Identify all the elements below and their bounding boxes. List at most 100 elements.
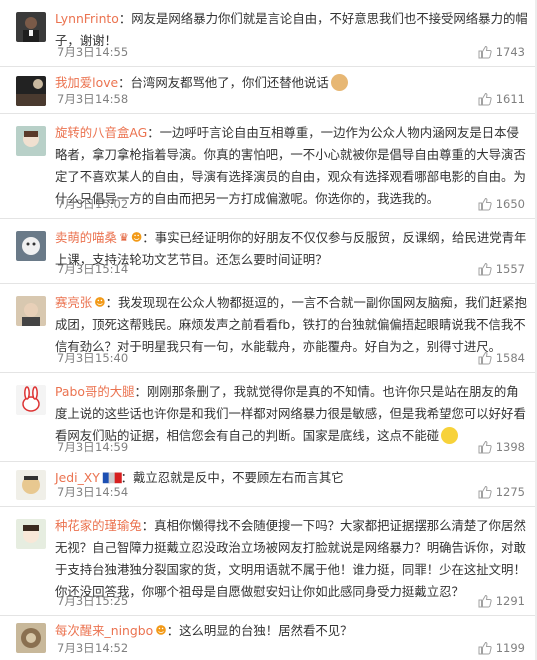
like-count: 1743 <box>495 45 525 59</box>
separator: ： <box>105 295 119 310</box>
thumbs-up-icon <box>478 594 492 608</box>
comment-body: 种花家的瑾瑜兔：真相你懒得找不会随便搜一下吗？大家都把证据摆那么清楚了你居然无视… <box>55 515 529 603</box>
comment-text: 每次醒来_ningbo ☻：这么明显的台独！居然看不见？ <box>55 623 353 638</box>
comment-time: 14:52 <box>95 641 129 655</box>
comment-content: 台湾网友都骂他了，你们还替他说话 <box>130 75 329 90</box>
comment-item: LynnFrinto：网友是网络暴力你们就是言论自由，不好意思我们也不接受网络暴… <box>0 0 537 67</box>
separator: ： <box>166 623 180 638</box>
username-link[interactable]: LynnFrinto <box>55 11 119 26</box>
smile-badge-icon: ☻ <box>130 231 143 244</box>
comment-date: 7月3日 <box>57 351 95 365</box>
comment-text: 种花家的瑾瑜兔：真相你懒得找不会随便搜一下吗？大家都把证据摆那么清楚了你居然无视… <box>55 518 526 599</box>
comment-item: 卖萌的喵桑 ♛ ☻：事实已经证明你的好朋友不仅仅参与反服贸，反课纲，给民进党青年上课… <box>0 219 537 284</box>
comment-text: 赛亮张 ☻：我发现现在公众人物都挺逗的，一言不合就一副你国网友脑痴，我们赶紧抱成团… <box>55 295 527 354</box>
separator: ： <box>118 75 131 90</box>
comment-item: 旋转的八音盒AG：一边呼吁言论自由互相尊重，一边作为公众人物内涵网友是日本侵略者… <box>0 114 537 219</box>
comment-time: 14:54 <box>95 485 129 499</box>
thumbs-up-icon <box>478 197 492 211</box>
comment-date: 7月3日 <box>57 594 95 608</box>
comment-date: 7月3日 <box>57 45 95 59</box>
username-link[interactable]: 我加爱love <box>55 75 118 90</box>
username-link[interactable]: 种花家的瑾瑜兔 <box>55 518 142 533</box>
comment-date: 7月3日 <box>57 641 95 655</box>
comment-meta: 7月3日 14:58 1611 <box>55 90 527 108</box>
comment-meta: 7月3日 15:14 1557 <box>55 260 527 278</box>
avatar[interactable] <box>16 231 46 261</box>
comment-item: Jedi_XY ███：戴立忍就是反中，不要顾左右而言其它 7月3日 14:54 … <box>0 462 537 507</box>
comment-time: 14:59 <box>95 440 129 454</box>
comment-text: Pabo哥的大腿：刚刚那条删了，我就觉得你是真的不知情。也许你只是站在朋友的角度… <box>55 384 526 444</box>
comment-meta: 7月3日 15:02 1650 <box>55 195 527 213</box>
avatar[interactable] <box>16 126 46 156</box>
like-button[interactable]: 1275 <box>478 483 525 501</box>
like-button[interactable]: 1584 <box>478 349 525 367</box>
thumbs-up-icon <box>478 262 492 276</box>
comment-text: 我加爱love：台湾网友都骂他了，你们还替他说话 <box>55 74 348 91</box>
dog-emoji-icon <box>330 74 348 91</box>
comment-time: 14:55 <box>95 45 129 59</box>
like-button[interactable]: 1199 <box>478 639 525 657</box>
comment-item: 种花家的瑾瑜兔：真相你懒得找不会随便搜一下吗？大家都把证据摆那么清楚了你居然无视… <box>0 507 537 616</box>
separator: ： <box>134 384 147 399</box>
username-link[interactable]: 赛亮张 <box>55 295 92 310</box>
username-link[interactable]: 卖萌的喵桑 <box>55 230 117 245</box>
like-button[interactable]: 1557 <box>478 260 525 278</box>
comment-time: 15:40 <box>95 351 129 365</box>
comment-time: 15:25 <box>95 594 129 608</box>
username-link[interactable]: 每次醒来_ningbo <box>55 623 153 638</box>
thumbs-up-icon <box>478 440 492 454</box>
separator: ： <box>141 518 155 533</box>
like-count: 1291 <box>495 594 525 608</box>
avatar[interactable] <box>16 76 46 106</box>
comment-meta: 7月3日 14:55 1743 <box>55 43 527 61</box>
comment-date: 7月3日 <box>57 197 95 211</box>
avatar[interactable] <box>16 623 46 653</box>
avatar[interactable] <box>16 296 46 326</box>
crown-badge-icon: ♛ <box>118 231 129 244</box>
comment-time: 15:14 <box>95 262 129 276</box>
comment-date: 7月3日 <box>57 92 95 106</box>
comment-content: 这么明显的台独！居然看不见？ <box>179 623 353 638</box>
comment-date: 7月3日 <box>57 485 95 499</box>
smile-badge-icon: ☻ <box>155 624 167 637</box>
like-button[interactable]: 1291 <box>478 592 525 610</box>
thumbs-up-icon <box>478 485 492 499</box>
comment-item: 我加爱love：台湾网友都骂他了，你们还替他说话 7月3日 14:58 1611 <box>0 67 537 114</box>
avatar[interactable] <box>16 12 46 42</box>
like-button[interactable]: 1650 <box>478 195 525 213</box>
username-link[interactable]: Pabo哥的大腿 <box>55 384 135 399</box>
avatar[interactable] <box>16 519 46 549</box>
comment-meta: 7月3日 15:25 1291 <box>55 592 527 610</box>
comment-text: 旋转的八音盒AG：一边呼吁言论自由互相尊重，一边作为公众人物内涵网友是日本侵略者… <box>55 125 526 206</box>
like-count: 1275 <box>495 485 525 499</box>
comment-item: 每次醒来_ningbo ☻：这么明显的台独！居然看不见？ 7月3日 14:52 1… <box>0 616 537 660</box>
comment-content: 我发现现在公众人物都挺逗的，一言不合就一副你国网友脑痴，我们赶紧抱成团，顶死这帮… <box>55 295 527 354</box>
thumbs-up-icon <box>478 92 492 106</box>
like-count: 1611 <box>495 92 525 106</box>
comment-date: 7月3日 <box>57 440 95 454</box>
thumbs-up-icon <box>478 351 492 365</box>
separator: ： <box>118 11 132 26</box>
thumbs-up-icon <box>478 641 492 655</box>
like-button[interactable]: 1398 <box>478 438 525 456</box>
like-count: 1584 <box>495 351 525 365</box>
smile-badge-icon: ☻ <box>94 296 106 309</box>
comment-meta: 7月3日 14:52 1199 <box>55 639 527 657</box>
comment-time: 14:58 <box>95 92 129 106</box>
separator: ： <box>142 230 155 245</box>
like-count: 1199 <box>495 641 525 655</box>
username-link[interactable]: 旋转的八音盒AG <box>55 125 147 140</box>
thumbs-up-icon <box>478 45 492 59</box>
comment-meta: 7月3日 15:40 1584 <box>55 349 527 367</box>
comment-item: 赛亮张 ☻：我发现现在公众人物都挺逗的，一言不合就一副你国网友脑痴，我们赶紧抱成团… <box>0 284 537 373</box>
like-button[interactable]: 1611 <box>478 90 525 108</box>
comment-item: Pabo哥的大腿：刚刚那条删了，我就觉得你是真的不知情。也许你只是站在朋友的角度… <box>0 373 537 462</box>
like-count: 1398 <box>495 440 525 454</box>
like-count: 1557 <box>495 262 525 276</box>
avatar[interactable] <box>16 470 46 500</box>
like-button[interactable]: 1743 <box>478 43 525 61</box>
comment-meta: 7月3日 14:54 1275 <box>55 483 527 501</box>
comment-list: LynnFrinto：网友是网络暴力你们就是言论自由，不好意思我们也不接受网络暴… <box>0 0 537 660</box>
comment-date: 7月3日 <box>57 262 95 276</box>
avatar[interactable] <box>16 385 46 415</box>
